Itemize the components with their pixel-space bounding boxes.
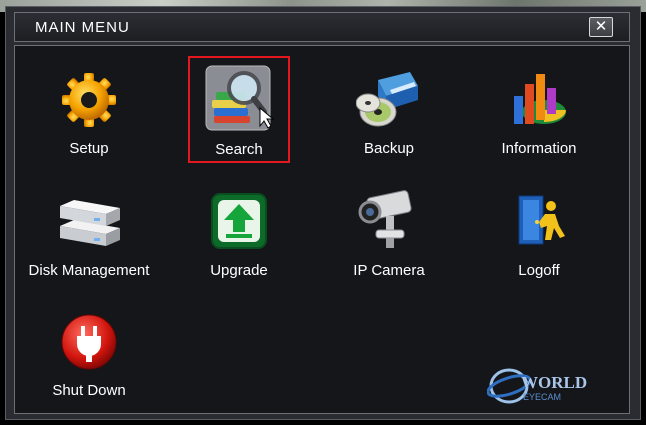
menu-item-ip-camera[interactable]: IP Camera [314,188,464,287]
magnifier-books-icon [205,65,274,131]
upgrade-arrow-icon [211,193,267,249]
disc-drive-icon [356,72,418,127]
close-button[interactable]: ✕ [589,17,613,37]
exit-door-icon [518,195,565,245]
menu-item-label: Search [215,141,263,158]
menu-item-shut-down[interactable]: Shut Down [14,312,164,407]
menu-item-label: IP Camera [353,262,425,279]
hard-disk-stack-icon [60,200,120,246]
menu-item-upgrade[interactable]: Upgrade [164,192,314,287]
menu-item-disk-management[interactable]: Disk Management [14,192,164,287]
menu-item-label: Setup [69,140,109,157]
title-bar: MAIN MENU ✕ [14,12,630,42]
window-title: MAIN MENU [35,19,130,36]
menu-item-label: Shut Down [52,382,126,399]
bar-pie-chart-icon [514,74,566,124]
menu-item-label: Backup [363,140,415,157]
cctv-camera-icon [358,190,412,248]
menu-item-label: Logoff [518,262,560,279]
menu-item-setup[interactable]: Setup [14,70,164,165]
menu-item-label: Upgrade [210,262,268,279]
world-eyecam-logo: WORLD EYECAM [486,366,597,408]
menu-item-backup[interactable]: Backup [314,70,464,165]
power-plug-icon [61,314,117,370]
globe-logo-icon: WORLD EYECAM [486,368,587,404]
svg-text:EYECAM: EYECAM [523,392,561,402]
menu-item-label: Disk Management [28,262,150,279]
gear-icon [62,73,116,127]
close-icon: ✕ [594,18,608,35]
menu-item-logoff[interactable]: Logoff [464,192,614,287]
menu-item-label: Information [501,140,577,157]
menu-item-information[interactable]: Information [464,70,614,165]
svg-text:WORLD: WORLD [521,373,587,392]
menu-item-search[interactable]: Search [164,64,314,164]
